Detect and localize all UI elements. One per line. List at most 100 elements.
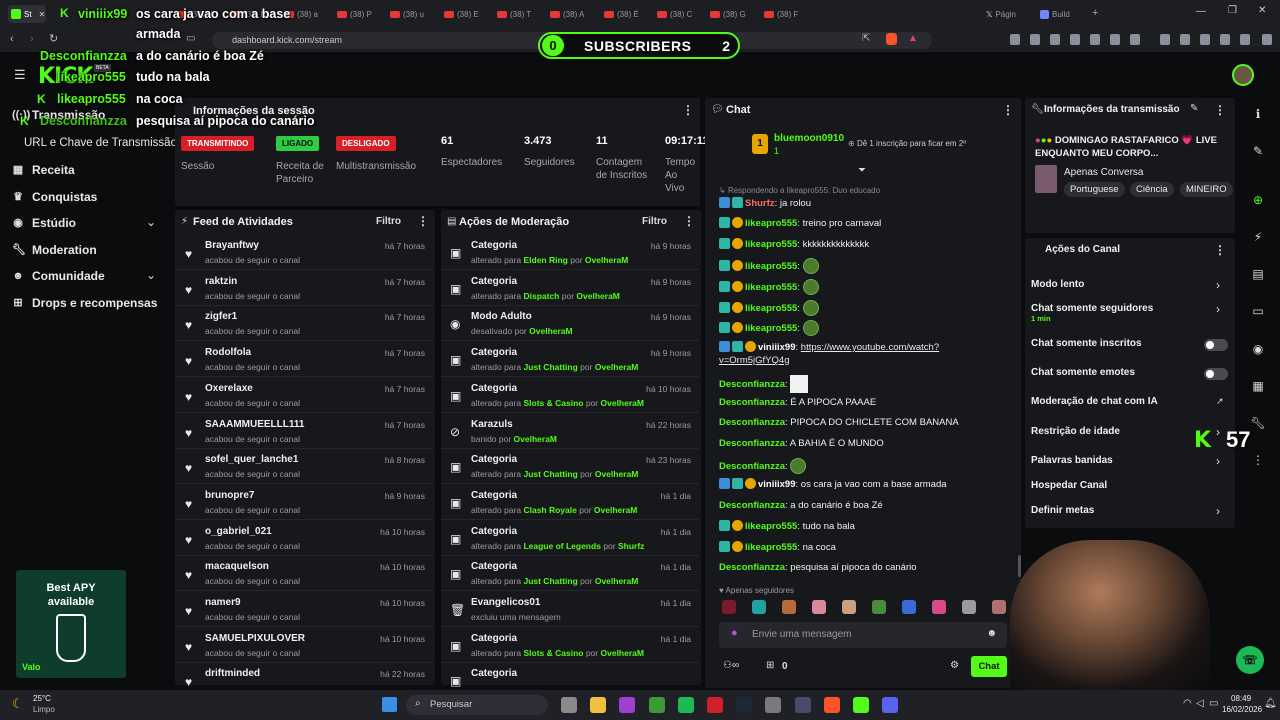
tab-pagina[interactable]: 𝕏 Págin [986, 5, 1030, 23]
channel-action-row[interactable]: Chat somente seguidores 1 min [1031, 303, 1153, 323]
emote-icon[interactable] [782, 600, 796, 614]
activity-row[interactable]: ♥ Rodolfola acabou de seguir o canal há 7 h… [175, 342, 433, 378]
chat-username[interactable]: likeapro555 [745, 239, 797, 250]
channel-action-row[interactable]: Restrição de idade [1031, 426, 1120, 437]
chat-message[interactable]: likeapro555: [719, 279, 1009, 295]
extension-icon[interactable] [1220, 34, 1230, 45]
chat-username[interactable]: likeapro555 [745, 303, 797, 314]
chat-message[interactable]: likeapro555: kkkkkkkkkkkkkk [719, 238, 1009, 251]
chat-message[interactable]: Desconfianzza: a do canário é boa Zé [719, 499, 1009, 512]
chat-message[interactable]: Desconfianzza: É A PIPOCA PAAAE [719, 396, 1009, 409]
app-icon[interactable] [794, 697, 811, 713]
gift-icon[interactable]: ⊞ [766, 660, 774, 671]
file-explorer-icon[interactable] [590, 697, 607, 713]
channel-action-row[interactable]: Hospedar Canal [1031, 480, 1107, 491]
info-icon[interactable]: ℹ [1250, 106, 1266, 122]
windows-start-icon[interactable] [382, 697, 397, 712]
broadcast-rail-icon[interactable]: ◉ [1250, 341, 1266, 357]
close-tab-icon[interactable]: ✕ [39, 10, 46, 19]
volume-icon[interactable]: ◁ [1196, 698, 1204, 709]
chat-message[interactable]: likeapro555: treino pro carnaval [719, 217, 1009, 230]
brave-icon[interactable] [823, 697, 840, 713]
emote-icon[interactable] [842, 600, 856, 614]
chat-username[interactable]: Desconfianzza [719, 438, 785, 449]
pinned-user[interactable]: bluemoon0910 [774, 133, 844, 144]
activity-row[interactable]: ♥ Brayanftwy acabou de seguir o canal há 7 … [175, 235, 433, 270]
maximize-button[interactable]: ❐ [1228, 5, 1237, 16]
chat-username[interactable]: viniiix99 [758, 342, 796, 353]
spotify-icon[interactable] [677, 697, 694, 713]
extension-icon[interactable] [1240, 34, 1250, 45]
chevron-right-icon[interactable]: › [1216, 504, 1220, 518]
moderation-row[interactable]: ⊘ Karazuls banido por OvelheraM há 22 horas [441, 414, 699, 449]
activity-filter-button[interactable]: Filtro [376, 216, 401, 227]
extension-icon[interactable] [1090, 34, 1100, 45]
opera-icon[interactable] [707, 697, 723, 713]
external-link-icon[interactable]: ↗ [1216, 396, 1224, 407]
kick-icon[interactable] [853, 697, 869, 713]
moderation-row[interactable]: ▣ Categoria alterado para Clash Royale por… [441, 485, 699, 520]
chat-username[interactable]: likeapro555 [745, 521, 797, 532]
activity-row[interactable]: ♥ Oxerelaxe acabou de seguir o canal há 7 h… [175, 378, 433, 413]
activity-row[interactable]: ♥ o_gabriel_021 acabou de seguir o canal há… [175, 521, 433, 556]
extension-icon[interactable] [1030, 34, 1040, 45]
steam-icon[interactable] [736, 697, 753, 713]
github-icon[interactable] [765, 697, 782, 713]
taskbar-search[interactable]: ⌕ Pesquisar [406, 695, 548, 715]
stream-tag[interactable]: MINEIRO [1180, 182, 1233, 197]
mic-icon[interactable]: ● [731, 627, 738, 639]
activity-row[interactable]: ♥ brunopre7 acabou de seguir o canal há 9 h… [175, 485, 433, 520]
sidebar-item-url-chave[interactable]: URL e Chave de Transmissão [24, 137, 177, 149]
extension-icon[interactable] [1160, 34, 1170, 45]
extension-icon[interactable] [1262, 34, 1272, 45]
reload-button[interactable]: ↻ [49, 32, 58, 45]
chrome-icon[interactable] [648, 697, 665, 713]
chat-message[interactable]: likeapro555: na coca [719, 541, 1009, 554]
tab-youtube[interactable]: (38) T [497, 5, 543, 23]
moderation-row[interactable]: 🗑︎ Evangelicos01 excluiu uma mensagem há 1… [441, 592, 699, 627]
clock-time[interactable]: 08:49 [1231, 694, 1251, 703]
users-icon[interactable]: ⚇∞ [723, 660, 739, 671]
chat-message[interactable]: Desconfianzza: A BAHIA É O MUNDO [719, 437, 1009, 450]
emote-icon[interactable] [872, 600, 886, 614]
channel-action-row[interactable]: Chat somente emotes [1031, 367, 1135, 378]
moderation-row[interactable]: ▣ Categoria alterado para Just Chatting po… [441, 342, 699, 378]
moderation-rail-icon[interactable]: ▦ [1250, 378, 1266, 394]
channel-action-row[interactable]: Palavras banidas [1031, 455, 1113, 466]
collapse-pinned-icon[interactable]: ⏷ [858, 165, 866, 176]
user-avatar[interactable] [1232, 64, 1254, 86]
send-chat-button[interactable]: Chat [971, 656, 1007, 677]
activity-row[interactable]: ♥ macaquelson acabou de seguir o canal há 1… [175, 556, 433, 592]
emote-icon[interactable] [752, 600, 766, 614]
channel-actions-menu-icon[interactable]: ⋮ [1214, 243, 1226, 257]
brave-shield-icon[interactable] [886, 33, 897, 45]
tab-youtube[interactable]: (38) E [444, 5, 490, 23]
chat-username[interactable]: Desconfianzza [719, 461, 785, 472]
chat-username[interactable]: likeapro555 [745, 218, 797, 229]
wrench-rail-icon[interactable]: 🔧︎ [1250, 415, 1266, 431]
tab-youtube[interactable]: (38) G [710, 5, 756, 23]
sidebar-item-comunidade[interactable]: ☻ Comunidade [12, 269, 104, 283]
chat-username[interactable]: likeapro555 [745, 542, 797, 553]
tab-active[interactable]: St ✕ [8, 5, 46, 23]
chat-input[interactable]: ● Envie uma mensagem ☻ [719, 622, 1007, 648]
close-window-button[interactable]: ✕ [1258, 5, 1266, 16]
chat-username[interactable]: Desconfianzza [719, 562, 785, 573]
moderation-row[interactable]: ▣ Categoria alterado para Slots & Casino p… [441, 628, 699, 663]
chat-message[interactable]: likeapro555: [719, 320, 1009, 336]
toggle-switch[interactable] [1204, 339, 1228, 351]
task-view-icon[interactable] [561, 697, 577, 713]
chat-message[interactable]: Shurfz: ja rolou [719, 197, 1009, 210]
activity-row[interactable]: ♥ SAAAMMUEELLL111 acabou de seguir o canal… [175, 414, 433, 449]
forward-button[interactable]: › [30, 33, 34, 45]
doc-icon[interactable]: ▤ [1250, 266, 1266, 282]
chevron-down-icon[interactable]: ⌄ [146, 268, 156, 282]
chat-message[interactable]: likeapro555: tudo na bala [719, 520, 1009, 533]
chat-message[interactable]: Desconfianzza: pesquisa aí pipoca do can… [719, 561, 1009, 574]
moderation-menu-icon[interactable]: ⋮ [683, 214, 695, 228]
chat-menu-icon[interactable]: ⋮ [1002, 103, 1014, 117]
moderation-filter-button[interactable]: Filtro [642, 216, 667, 227]
chat-scrollbar[interactable] [1018, 555, 1021, 577]
minimize-button[interactable]: — [1196, 6, 1206, 17]
clock-date[interactable]: 16/02/2026 [1222, 705, 1262, 714]
